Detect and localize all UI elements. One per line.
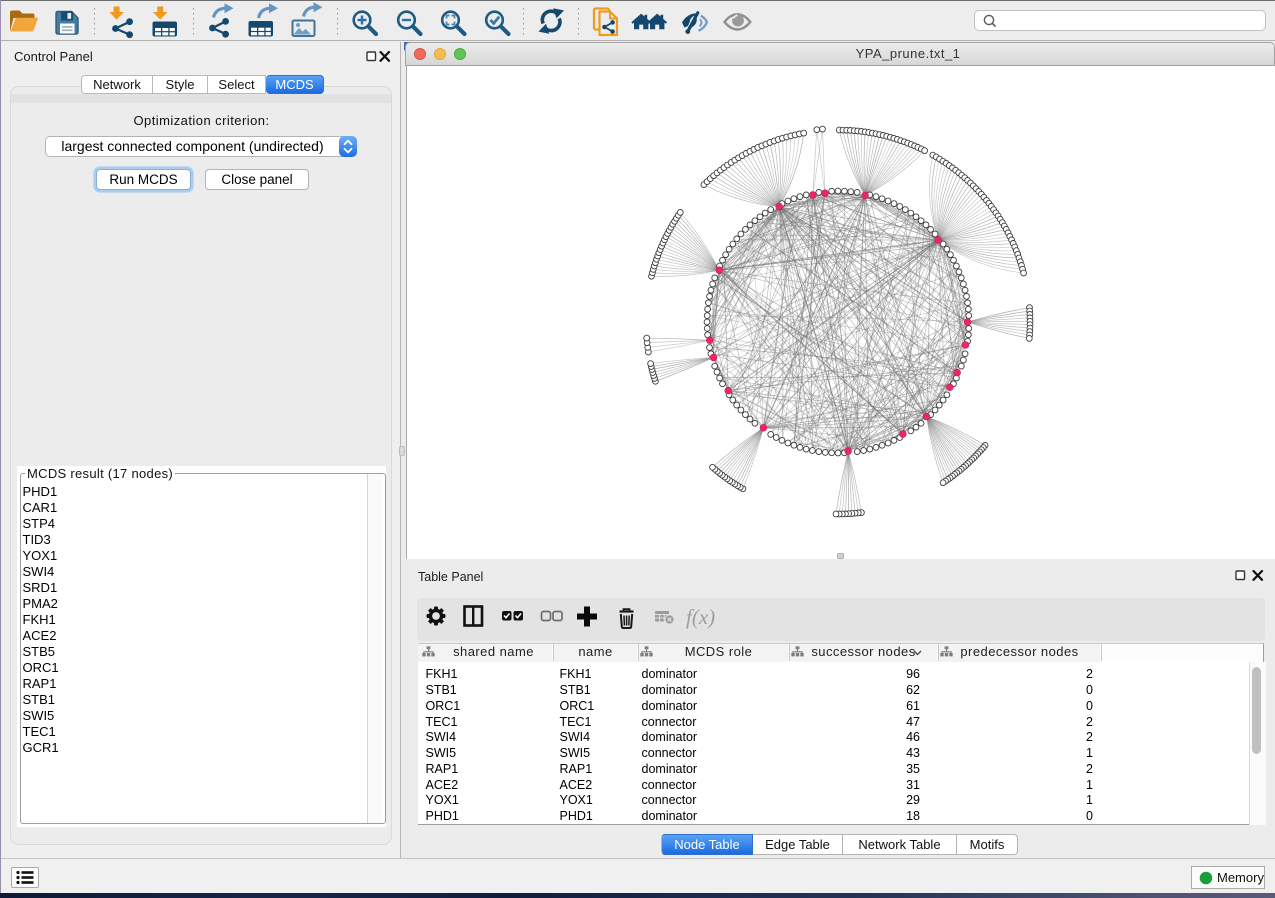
svg-text:f(x): f(x): [686, 605, 715, 629]
